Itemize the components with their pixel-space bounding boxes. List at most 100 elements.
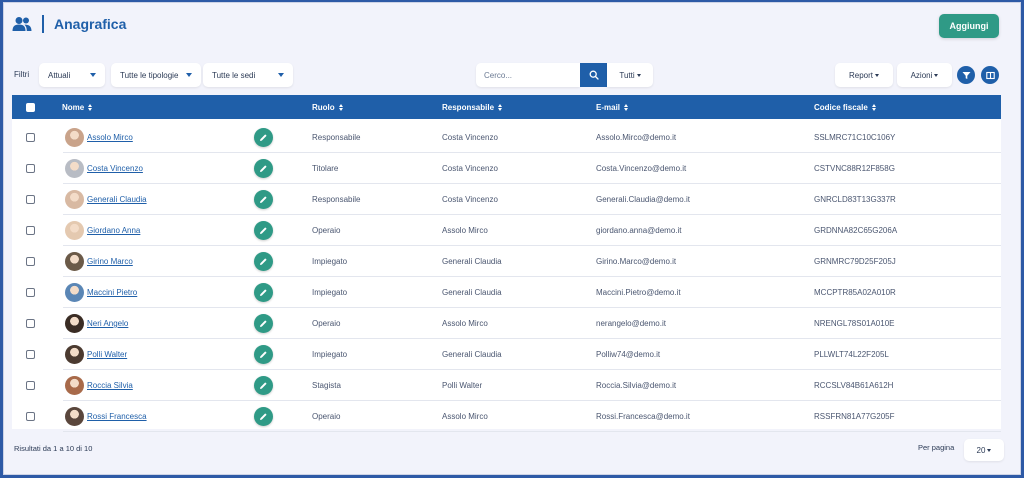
pencil-icon <box>260 134 267 141</box>
per-page-value: 20 <box>976 445 986 455</box>
row-checkbox[interactable] <box>26 195 35 204</box>
row-checkbox[interactable] <box>26 133 35 142</box>
report-dropdown[interactable]: Report <box>835 63 893 87</box>
add-button[interactable]: Aggiungi <box>939 14 999 38</box>
manager-cell: Assolo Mirco <box>442 412 488 421</box>
person-name-link[interactable]: Polli Walter <box>87 350 127 359</box>
column-header-label: Codice fiscale <box>814 103 868 112</box>
email-cell: Roccia.Silvia@demo.it <box>596 381 677 390</box>
actions-dropdown[interactable]: Azioni <box>897 63 952 87</box>
column-header-manager[interactable]: Responsabile <box>442 103 503 112</box>
table-row: Giordano Anna Operaio Assolo Mirco giordano… <box>12 215 1001 246</box>
person-name-link[interactable]: Rossi Francesca <box>87 412 147 421</box>
role-cell: Responsabile <box>312 133 361 142</box>
columns-toggle-button[interactable] <box>981 66 999 84</box>
person-name-link[interactable]: Roccia Silvia <box>87 381 133 390</box>
person-name-link[interactable]: Giordano Anna <box>87 226 140 235</box>
person-name-link[interactable]: Assolo Mirco <box>87 133 133 142</box>
row-checkbox[interactable] <box>26 381 35 390</box>
edit-button[interactable] <box>254 128 273 147</box>
search-scope-dropdown[interactable]: Tutti <box>607 63 653 87</box>
select-all-checkbox[interactable] <box>26 103 35 112</box>
avatar <box>65 376 84 395</box>
status-select-value: Attuali <box>48 70 71 80</box>
filters-label: Filtri <box>14 70 30 79</box>
person-name-link[interactable]: Generali Claudia <box>87 195 147 204</box>
avatar <box>65 407 84 426</box>
row-checkbox[interactable] <box>26 412 35 421</box>
row-checkbox[interactable] <box>26 257 35 266</box>
edit-button[interactable] <box>254 376 273 395</box>
row-checkbox[interactable] <box>26 288 35 297</box>
email-cell: Generali.Claudia@demo.it <box>596 195 690 204</box>
edit-button[interactable] <box>254 159 273 178</box>
table-header: Nome Ruolo Responsabile E-mail Codice fi… <box>12 95 1001 119</box>
edit-button[interactable] <box>254 407 273 426</box>
title-separator <box>42 15 44 33</box>
tax-code-cell: CSTVNC88R12F858G <box>814 164 895 173</box>
avatar <box>65 314 84 333</box>
manager-cell: Assolo Mirco <box>442 319 488 328</box>
chevron-down-icon <box>278 73 284 77</box>
table-row: Costa Vincenzo Titolare Costa Vincenzo Cost… <box>12 153 1001 184</box>
types-select[interactable]: Tutte le tipologie <box>111 63 201 87</box>
people-icon <box>12 17 32 31</box>
person-name-link[interactable]: Neri Angelo <box>87 319 128 328</box>
caret-down-icon <box>636 73 641 77</box>
filter-icon <box>962 71 970 79</box>
types-select-value: Tutte le tipologie <box>120 70 179 80</box>
sites-select[interactable]: Tutte le sedi <box>203 63 293 87</box>
column-header-tax-code[interactable]: Codice fiscale <box>814 103 877 112</box>
person-name-link[interactable]: Girino Marco <box>87 257 133 266</box>
caret-down-icon <box>875 73 879 77</box>
role-cell: Impiegato <box>312 288 348 297</box>
email-cell: Costa.Vincenzo@demo.it <box>596 164 687 173</box>
column-header-email[interactable]: E-mail <box>596 103 629 112</box>
pencil-icon <box>260 258 267 265</box>
tax-code-cell: RSSFRN81A77G205F <box>814 412 895 421</box>
edit-button[interactable] <box>254 190 273 209</box>
report-label: Report <box>848 70 873 80</box>
table-row: Polli Walter Impiegato Generali Claudia Pol… <box>12 339 1001 370</box>
edit-button[interactable] <box>254 283 273 302</box>
email-cell: Assolo.Mirco@demo.it <box>596 133 677 142</box>
pencil-icon <box>260 289 267 296</box>
email-cell: Girino.Marco@demo.it <box>596 257 677 266</box>
tax-code-cell: SSLMRC71C10C106Y <box>814 133 896 142</box>
tax-code-cell: GRNMRC79D25F205J <box>814 257 896 266</box>
person-name-link[interactable]: Maccini Pietro <box>87 288 137 297</box>
column-header-role[interactable]: Ruolo <box>312 103 344 112</box>
pencil-icon <box>260 413 267 420</box>
table-row: Assolo Mirco Responsabile Costa Vincenzo As… <box>12 122 1001 153</box>
page-header: Anagrafica <box>12 15 126 33</box>
avatar <box>65 252 84 271</box>
search-button[interactable] <box>580 63 607 87</box>
row-checkbox[interactable] <box>26 164 35 173</box>
search-input[interactable]: Cerco... <box>476 63 580 87</box>
edit-button[interactable] <box>254 314 273 333</box>
status-select[interactable]: Attuali <box>39 63 105 87</box>
pencil-icon <box>260 165 267 172</box>
search-scope-value: Tutti <box>619 70 635 80</box>
row-checkbox[interactable] <box>26 319 35 328</box>
edit-button[interactable] <box>254 221 273 240</box>
person-name-link[interactable]: Costa Vincenzo <box>87 164 143 173</box>
filter-toggle-button[interactable] <box>957 66 975 84</box>
manager-cell: Costa Vincenzo <box>442 133 498 142</box>
row-checkbox[interactable] <box>26 226 35 235</box>
role-cell: Responsabile <box>312 195 361 204</box>
email-cell: Polliw74@demo.it <box>596 350 661 359</box>
search-placeholder: Cerco... <box>484 70 513 80</box>
caret-down-icon <box>987 448 992 452</box>
per-page-select[interactable]: 20 <box>964 439 1004 461</box>
tax-code-cell: RCCSLV84B61A612H <box>814 381 894 390</box>
table-row: Girino Marco Impiegato Generali Claudia Gir… <box>12 246 1001 277</box>
row-checkbox[interactable] <box>26 350 35 359</box>
avatar <box>65 221 84 240</box>
per-page-label: Per pagina <box>918 443 955 452</box>
edit-button[interactable] <box>254 252 273 271</box>
column-header-name[interactable]: Nome <box>62 103 93 112</box>
row-divider <box>63 431 1001 432</box>
edit-button[interactable] <box>254 345 273 364</box>
email-cell: Maccini.Pietro@demo.it <box>596 288 681 297</box>
